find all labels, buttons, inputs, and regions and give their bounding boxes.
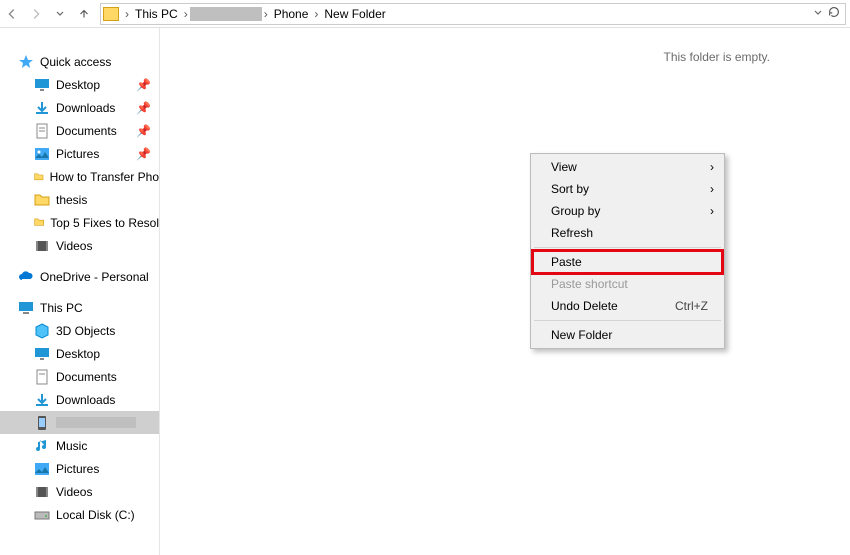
sidebar-videos2[interactable]: Videos bbox=[0, 480, 159, 503]
menu-paste-shortcut: Paste shortcut bbox=[533, 273, 722, 295]
sidebar-quick-access[interactable]: Quick access bbox=[0, 50, 159, 73]
breadcrumb-phone[interactable]: Phone bbox=[270, 7, 313, 21]
chevron-right-icon: › bbox=[182, 7, 190, 21]
chevron-right-icon: › bbox=[710, 160, 714, 174]
menu-refresh[interactable]: Refresh bbox=[533, 222, 722, 244]
menu-undo-delete[interactable]: Undo Delete Ctrl+Z bbox=[533, 295, 722, 317]
folder-content-pane[interactable]: This folder is empty. View › Sort by › G… bbox=[160, 28, 850, 555]
pin-icon: 📌 bbox=[136, 101, 159, 115]
menu-separator bbox=[534, 247, 721, 248]
monitor-icon bbox=[34, 78, 50, 92]
phone-icon bbox=[34, 416, 50, 430]
sidebar-desktop2[interactable]: Desktop bbox=[0, 342, 159, 365]
folder-icon bbox=[34, 170, 44, 184]
address-bar[interactable]: › This PC › › Phone › New Folder bbox=[100, 3, 846, 25]
folder-icon bbox=[34, 216, 44, 230]
arrow-up-icon bbox=[77, 7, 91, 21]
menu-sortby[interactable]: Sort by › bbox=[533, 178, 722, 200]
star-icon bbox=[18, 55, 34, 69]
menu-view[interactable]: View › bbox=[533, 156, 722, 178]
document-icon bbox=[34, 370, 50, 384]
menu-separator bbox=[534, 320, 721, 321]
refresh-icon[interactable] bbox=[827, 5, 841, 22]
sidebar-videos[interactable]: Videos bbox=[0, 234, 159, 257]
sidebar-music[interactable]: Music bbox=[0, 434, 159, 457]
menu-paste[interactable]: Paste bbox=[533, 251, 722, 273]
sidebar-pictures2[interactable]: Pictures bbox=[0, 457, 159, 480]
menu-groupby[interactable]: Group by › bbox=[533, 200, 722, 222]
sidebar-pictures[interactable]: Pictures 📌 bbox=[0, 142, 159, 165]
pin-icon: 📌 bbox=[136, 147, 159, 161]
chevron-right-icon: › bbox=[312, 7, 320, 21]
sidebar-howto[interactable]: How to Transfer Pho bbox=[0, 165, 159, 188]
forward-button[interactable] bbox=[24, 2, 48, 26]
pc-icon bbox=[18, 301, 34, 315]
folder-icon bbox=[34, 193, 50, 207]
picture-icon bbox=[34, 462, 50, 476]
sidebar-downloads2[interactable]: Downloads bbox=[0, 388, 159, 411]
menu-new-folder[interactable]: New Folder bbox=[533, 324, 722, 346]
nav-toolbar: › This PC › › Phone › New Folder bbox=[0, 0, 850, 28]
breadcrumb-newfolder[interactable]: New Folder bbox=[320, 7, 389, 21]
breadcrumb-thispc[interactable]: This PC bbox=[131, 7, 182, 21]
chevron-right-icon: › bbox=[262, 7, 270, 21]
empty-folder-message: This folder is empty. bbox=[664, 50, 770, 64]
folder-icon bbox=[103, 7, 119, 21]
sidebar-3dobjects[interactable]: 3D Objects bbox=[0, 319, 159, 342]
film-icon bbox=[34, 485, 50, 499]
main-area: Quick access Desktop 📌 Downloads 📌 Docum… bbox=[0, 28, 850, 555]
sidebar-downloads[interactable]: Downloads 📌 bbox=[0, 96, 159, 119]
navigation-pane: Quick access Desktop 📌 Downloads 📌 Docum… bbox=[0, 28, 160, 555]
cloud-icon bbox=[18, 270, 34, 284]
sidebar-localdisk[interactable]: Local Disk (C:) bbox=[0, 503, 159, 526]
up-button[interactable] bbox=[72, 2, 96, 26]
arrow-right-icon bbox=[29, 7, 43, 21]
recent-dropdown[interactable] bbox=[48, 2, 72, 26]
sidebar-documents[interactable]: Documents 📌 bbox=[0, 119, 159, 142]
shortcut-label: Ctrl+Z bbox=[675, 299, 708, 313]
back-button[interactable] bbox=[0, 2, 24, 26]
chevron-right-icon: › bbox=[710, 182, 714, 196]
pin-icon: 📌 bbox=[136, 78, 159, 92]
arrow-left-icon bbox=[5, 7, 19, 21]
chevron-down-icon bbox=[55, 9, 65, 19]
music-icon bbox=[34, 439, 50, 453]
context-menu: View › Sort by › Group by › Refresh Past… bbox=[530, 153, 725, 349]
film-icon bbox=[34, 239, 50, 253]
pin-icon: 📌 bbox=[136, 124, 159, 138]
sidebar-documents2[interactable]: Documents bbox=[0, 365, 159, 388]
sidebar-onedrive[interactable]: OneDrive - Personal bbox=[0, 265, 159, 288]
cube-icon bbox=[34, 324, 50, 338]
picture-icon bbox=[34, 147, 50, 161]
download-icon bbox=[34, 101, 50, 115]
sidebar-phone-device[interactable] bbox=[0, 411, 159, 434]
breadcrumb-redacted[interactable] bbox=[190, 7, 262, 21]
sidebar-top5[interactable]: Top 5 Fixes to Resol bbox=[0, 211, 159, 234]
monitor-icon bbox=[34, 347, 50, 361]
sidebar-thesis[interactable]: thesis bbox=[0, 188, 159, 211]
disk-icon bbox=[34, 508, 50, 522]
chevron-right-icon: › bbox=[710, 204, 714, 218]
document-icon bbox=[34, 124, 50, 138]
sidebar-thispc[interactable]: This PC bbox=[0, 296, 159, 319]
chevron-down-icon[interactable] bbox=[813, 7, 823, 21]
sidebar-desktop[interactable]: Desktop 📌 bbox=[0, 73, 159, 96]
chevron-right-icon: › bbox=[123, 7, 131, 21]
download-icon bbox=[34, 393, 50, 407]
